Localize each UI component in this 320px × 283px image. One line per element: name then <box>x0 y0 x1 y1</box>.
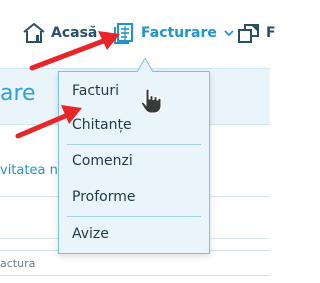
menu-item-avize[interactable]: Avize <box>72 226 109 242</box>
menu-item-facturi[interactable]: Facturi <box>72 83 119 99</box>
window-icon <box>237 22 261 44</box>
grid-filter-label: actura <box>0 257 36 270</box>
dropdown-caret <box>137 58 153 72</box>
chevron-down-icon <box>224 29 234 37</box>
menu-item-proforme[interactable]: Proforme <box>72 189 135 205</box>
annotation-arrow-icon <box>29 31 120 71</box>
menu-item-comenzi[interactable]: Comenzi <box>72 153 133 169</box>
nav-next-item[interactable]: F <box>237 20 276 46</box>
menu-separator <box>67 216 201 217</box>
nav-invoicing-label: Facturare <box>141 25 217 41</box>
menu-separator <box>67 144 201 145</box>
activity-link[interactable]: vitatea n <box>0 163 58 178</box>
hand-cursor-icon <box>140 88 162 114</box>
nav-invoicing[interactable]: Facturare <box>112 20 234 46</box>
annotation-arrow-icon <box>15 105 82 139</box>
invoicing-dropdown-menu: Facturi Chitanțe Comenzi Proforme Avize <box>58 71 210 254</box>
nav-next-label: F <box>266 25 276 41</box>
